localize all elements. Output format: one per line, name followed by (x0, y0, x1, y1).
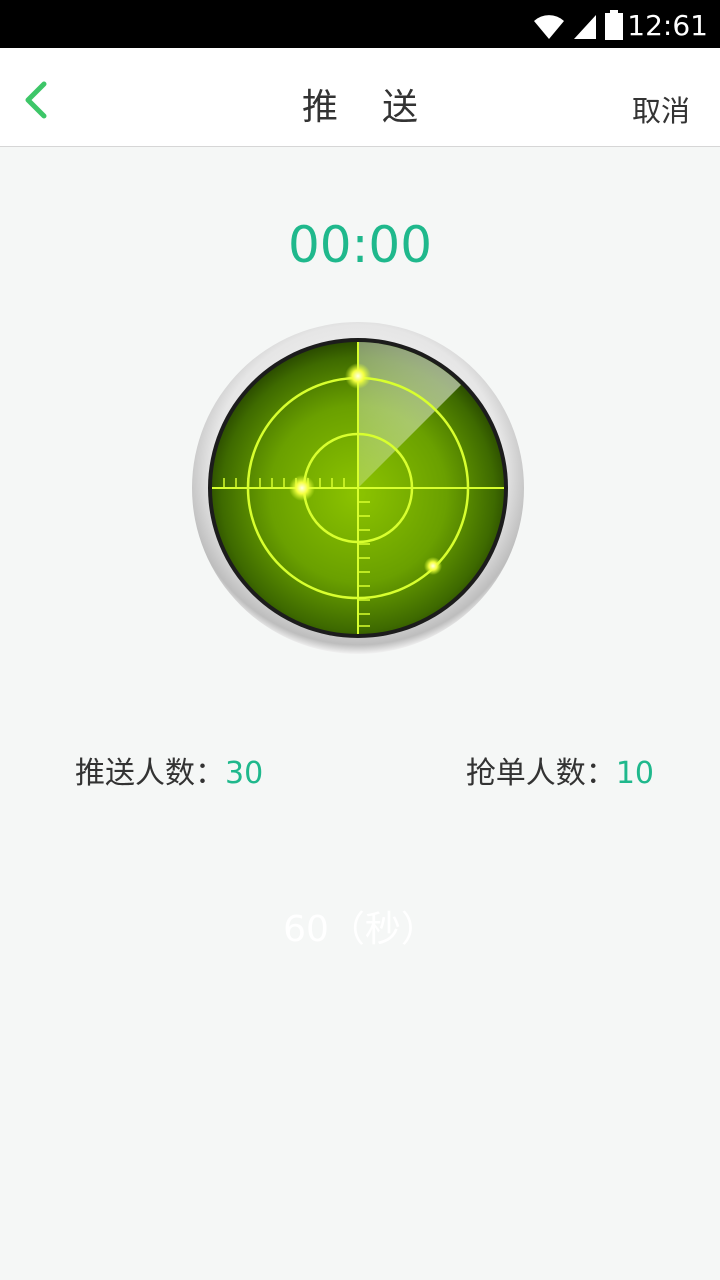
radar-scanner (192, 322, 524, 654)
countdown-timer: 00:00 (287, 216, 433, 274)
grabbed-count-value: 10 (615, 756, 654, 791)
radar-blip (345, 363, 371, 389)
radar-blip (424, 557, 442, 575)
radar-blip (289, 475, 315, 501)
battery-icon (605, 10, 623, 40)
page-title: 推送 (301, 87, 462, 128)
grabbed-count-stat: 抢单人数：10 (466, 748, 654, 792)
duration-label: 60（秒） (283, 909, 437, 950)
status-time: 12:61 (627, 9, 708, 42)
app-bar: 推送 取消 (0, 48, 720, 147)
wifi-icon (534, 15, 564, 39)
pushed-count-label: 推送人数： (75, 756, 225, 791)
grabbed-count-label: 抢单人数： (465, 756, 616, 791)
signal-icon (574, 15, 596, 39)
pushed-count-value: 30 (225, 756, 264, 791)
status-icons (532, 10, 624, 40)
status-bar: 12:61 (0, 0, 720, 48)
pushed-count-stat: 推送人数：30 (75, 748, 263, 792)
cancel-button[interactable]: 取消 (632, 88, 690, 130)
